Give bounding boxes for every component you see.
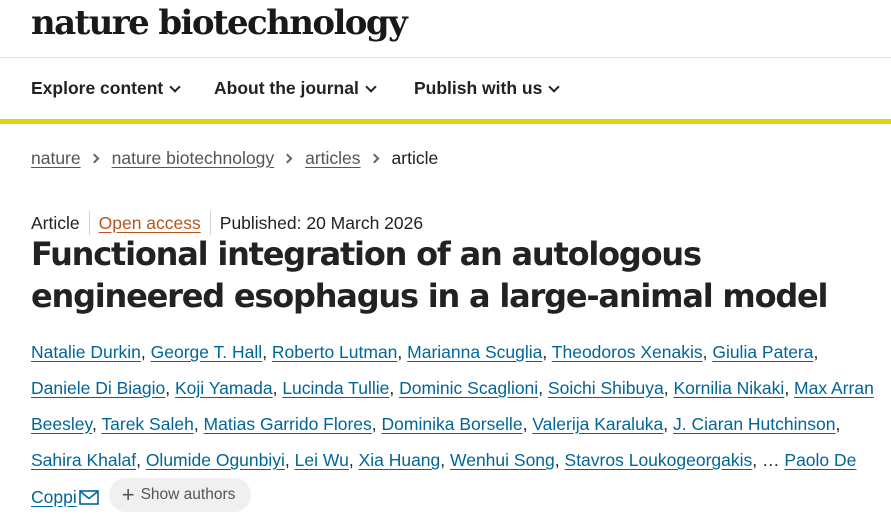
author-link[interactable]: Soichi Shibuya xyxy=(548,378,664,398)
author-link[interactable]: Lei Wu xyxy=(295,450,349,470)
author-separator: , xyxy=(663,414,674,434)
author-separator: , xyxy=(165,378,175,398)
author-separator: , xyxy=(554,450,565,470)
journal-logo[interactable]: nature biotechnology xyxy=(31,3,408,43)
open-access-link[interactable]: Open access xyxy=(99,213,201,234)
author-link[interactable]: Theodoros Xenakis xyxy=(552,342,703,362)
author-link[interactable]: Stavros Loukogeorgakis xyxy=(565,450,753,470)
author-ellipsis: … xyxy=(762,450,780,470)
author-link[interactable]: Roberto Lutman xyxy=(272,342,398,362)
chevron-right-icon xyxy=(282,153,293,164)
author-link[interactable]: George T. Hall xyxy=(151,342,263,362)
author-links: Natalie Durkin, George T. Hall, Roberto … xyxy=(31,342,874,470)
meta-divider xyxy=(88,211,90,235)
article-meta: Article Open access Published: 20 March … xyxy=(31,211,423,235)
author-link[interactable]: Valerija Karaluka xyxy=(532,414,663,434)
site-header: nature biotechnology xyxy=(0,0,891,58)
author-link[interactable]: Wenhui Song xyxy=(450,450,555,470)
chevron-down-icon xyxy=(548,80,561,93)
author-link[interactable]: Xia Huang xyxy=(359,450,441,470)
author-link[interactable]: Kornilia Nikaki xyxy=(673,378,784,398)
breadcrumb: nature nature biotechnology articles art… xyxy=(31,148,438,169)
article-type: Article xyxy=(31,212,80,233)
author-link[interactable]: Marianna Scuglia xyxy=(407,342,542,362)
author-separator: , xyxy=(440,450,451,470)
author-link[interactable]: Koji Yamada xyxy=(175,378,273,398)
show-authors-label: Show authors xyxy=(140,486,236,503)
author-list: Natalie Durkin, George T. Hall, Roberto … xyxy=(31,334,876,517)
publish-date: Published: 20 March 2026 xyxy=(219,212,424,233)
author-separator: , xyxy=(348,450,359,470)
author-separator: , xyxy=(272,378,283,398)
author-separator: , xyxy=(140,342,151,362)
author-separator: , xyxy=(193,414,204,434)
author-separator: , xyxy=(663,378,674,398)
author-separator: , xyxy=(262,342,272,362)
author-link[interactable]: Giulia Patera xyxy=(712,342,813,362)
author-separator: , xyxy=(702,342,713,362)
author-link[interactable]: Daniele Di Biagio xyxy=(31,378,165,398)
breadcrumb-nature[interactable]: nature xyxy=(31,148,81,169)
author-separator: , xyxy=(136,450,146,470)
nav-publish-with-us[interactable]: Publish with us xyxy=(414,78,561,99)
author-link[interactable]: Dominic Scaglioni xyxy=(399,378,538,398)
author-separator: , xyxy=(784,378,795,398)
author-link[interactable]: Lucinda Tullie xyxy=(282,378,389,398)
nav-item-label: Publish with us xyxy=(414,78,543,98)
nav-item-label: Explore content xyxy=(31,78,164,98)
breadcrumb-current: article xyxy=(391,148,439,168)
author-separator: , xyxy=(397,342,408,362)
show-authors-button[interactable]: + Show authors xyxy=(108,478,252,512)
author-link[interactable]: Natalie Durkin xyxy=(31,342,141,362)
author-separator: , xyxy=(91,414,102,434)
chevron-down-icon xyxy=(365,80,377,93)
author-separator: , xyxy=(522,414,533,434)
author-separator: , xyxy=(389,378,400,398)
accent-divider xyxy=(0,119,891,124)
author-link[interactable]: Tarek Saleh xyxy=(101,414,193,434)
nav-explore-content[interactable]: Explore content xyxy=(31,78,181,99)
author-separator: , xyxy=(371,414,382,434)
author-separator: , xyxy=(813,342,819,362)
nav-about-the-journal[interactable]: About the journal xyxy=(214,78,377,99)
author-link[interactable]: Dominika Borselle xyxy=(382,414,523,434)
article-title: Functional integration of an autologous … xyxy=(31,235,829,315)
author-link[interactable]: J. Ciaran Hutchinson xyxy=(673,414,835,434)
author-separator: , xyxy=(284,450,295,470)
author-separator: , xyxy=(538,378,548,398)
breadcrumb-articles[interactable]: articles xyxy=(305,148,360,169)
chevron-down-icon xyxy=(169,80,181,93)
meta-divider xyxy=(209,211,211,235)
author-link[interactable]: Matias Garrido Flores xyxy=(204,414,372,434)
nav-item-label: About the journal xyxy=(214,78,359,98)
main-navigation: Explore content About the journal Publis… xyxy=(0,58,891,120)
author-separator: , xyxy=(835,414,841,434)
plus-icon: + xyxy=(121,482,135,507)
author-separator: , xyxy=(542,342,552,362)
mail-icon[interactable] xyxy=(78,481,99,517)
chevron-right-icon xyxy=(369,153,379,164)
author-link[interactable]: Olumide Ogunbiyi xyxy=(146,450,285,470)
chevron-right-icon xyxy=(89,153,100,164)
author-link[interactable]: Sahira Khalaf xyxy=(31,450,136,470)
breadcrumb-nature-biotechnology[interactable]: nature biotechnology xyxy=(112,148,274,169)
